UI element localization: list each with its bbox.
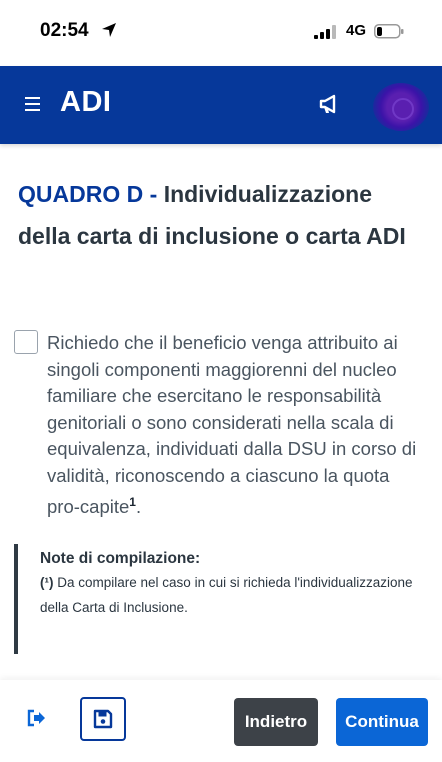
declaration-end: . bbox=[135, 496, 142, 518]
megaphone-icon[interactable] bbox=[318, 93, 342, 120]
note-title: Note di compilazione: bbox=[40, 550, 201, 567]
network-type: 4G bbox=[346, 22, 367, 39]
save-button[interactable] bbox=[80, 697, 126, 741]
back-button[interactable]: Indietro bbox=[234, 698, 318, 746]
app-title: ADI bbox=[60, 86, 112, 118]
status-time: 02:54 bbox=[40, 20, 89, 41]
battery-icon bbox=[374, 24, 404, 44]
footnote-marker: 1 bbox=[129, 495, 136, 509]
logout-icon[interactable] bbox=[26, 707, 48, 729]
declaration-checkbox[interactable] bbox=[14, 330, 38, 354]
note-marker: (¹) bbox=[40, 575, 54, 590]
save-icon bbox=[93, 709, 113, 729]
signal-icon bbox=[314, 25, 336, 44]
action-bar: Indietro Continua bbox=[0, 680, 442, 762]
status-bar: 02:54 4G bbox=[0, 0, 442, 66]
note-body: Da compilare nel caso in cui si richieda… bbox=[40, 575, 413, 615]
continue-button[interactable]: Continua bbox=[336, 698, 428, 746]
title-separator: - bbox=[143, 181, 164, 207]
compilation-note: Note di compilazione: (¹) Da compilare n… bbox=[14, 544, 414, 654]
menu-icon[interactable] bbox=[25, 97, 40, 113]
avatar[interactable] bbox=[373, 83, 429, 131]
declaration-body: Richiedo che il beneficio venga attribui… bbox=[47, 332, 417, 518]
section-code: QUADRO D bbox=[18, 181, 144, 207]
location-arrow-icon bbox=[101, 22, 117, 43]
page-title: QUADRO D - Individualizzazione della car… bbox=[18, 173, 418, 257]
declaration-text: Richiedo che il beneficio venga attribui… bbox=[47, 330, 427, 521]
note-text: (¹) Da compilare nel caso in cui si rich… bbox=[40, 570, 414, 620]
